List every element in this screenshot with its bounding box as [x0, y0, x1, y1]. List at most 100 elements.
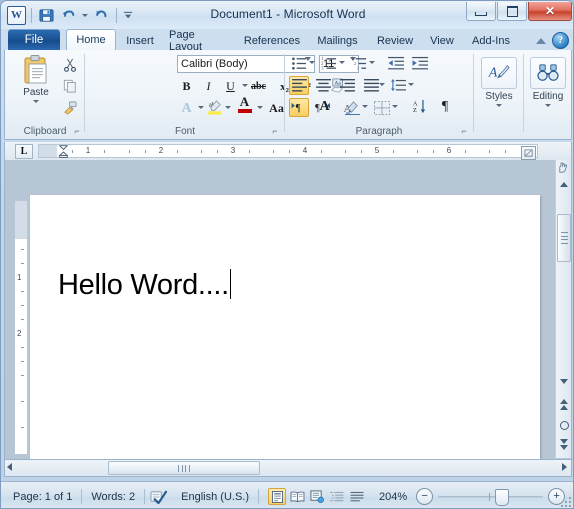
tab-home[interactable]: Home — [66, 29, 116, 50]
next-page-button[interactable] — [557, 437, 571, 451]
tab-mailings[interactable]: Mailings — [309, 31, 366, 50]
underline-button[interactable]: U — [221, 77, 240, 96]
document-text-line[interactable]: Hello Word.... — [58, 269, 232, 302]
multilevel-list-dropdown-icon[interactable] — [369, 61, 375, 64]
redo-icon[interactable] — [92, 6, 111, 25]
paste-dropdown-icon[interactable] — [33, 100, 39, 103]
scroll-left-button[interactable] — [7, 463, 12, 471]
cut-button[interactable] — [59, 55, 81, 75]
horizontal-scrollbar[interactable] — [4, 460, 572, 477]
undo-icon[interactable] — [59, 6, 78, 25]
underline-dropdown-icon[interactable] — [242, 84, 248, 87]
copy-button[interactable] — [59, 76, 81, 96]
line-spacing-button[interactable] — [388, 76, 408, 95]
line-spacing-dropdown-icon[interactable] — [408, 83, 414, 86]
shading-dropdown-icon[interactable] — [362, 105, 368, 108]
shading-button[interactable] — [342, 98, 362, 117]
show-formatting-marks-button[interactable]: ¶ — [435, 97, 455, 116]
customize-qat-icon[interactable] — [122, 6, 134, 25]
vertical-scroll-thumb[interactable] — [557, 214, 571, 262]
editing-dropdown-icon[interactable] — [545, 104, 551, 107]
help-icon[interactable]: ? — [552, 32, 569, 49]
outline-view-button[interactable] — [328, 488, 346, 505]
minimize-button[interactable] — [466, 2, 496, 21]
tab-insert[interactable]: Insert — [119, 31, 161, 50]
zoom-slider-thumb[interactable] — [495, 489, 510, 506]
resize-grip[interactable] — [561, 497, 572, 508]
spell-check-icon[interactable] — [145, 489, 172, 504]
borders-button[interactable] — [372, 98, 392, 117]
format-painter-button[interactable] — [59, 97, 81, 117]
ltr-text-direction-button[interactable]: ¶ — [289, 98, 309, 117]
styles-dropdown-icon[interactable] — [496, 104, 502, 107]
word-count[interactable]: Words: 2 — [82, 491, 144, 503]
tab-add-ins[interactable]: Add-Ins — [465, 31, 517, 50]
close-button[interactable]: ✕ — [528, 2, 572, 21]
increase-indent-button[interactable] — [410, 54, 430, 73]
justify-button[interactable] — [361, 76, 381, 95]
align-right-button[interactable] — [337, 76, 357, 95]
minimize-ribbon-icon[interactable] — [536, 37, 546, 44]
font-dialog-launcher[interactable]: ⌐ — [270, 126, 280, 136]
bullets-dropdown-icon[interactable] — [309, 61, 315, 64]
ruler-corner-icon[interactable] — [521, 146, 536, 160]
tab-review[interactable]: Review — [371, 31, 419, 50]
full-screen-reading-view-button[interactable] — [288, 488, 306, 505]
vertical-scrollbar[interactable] — [555, 160, 571, 458]
justify-dropdown-icon[interactable] — [379, 83, 385, 86]
strikethrough-button[interactable]: abc — [249, 77, 268, 96]
page-indicator[interactable]: Page: 1 of 1 — [1, 491, 81, 503]
tab-page-layout[interactable]: Page Layout — [162, 29, 234, 53]
text-highlight-color-button[interactable]: ab — [205, 98, 224, 117]
highlight-dropdown-icon[interactable] — [225, 106, 231, 109]
paragraph-dialog-launcher[interactable]: ⌐ — [459, 126, 469, 136]
vertical-ruler[interactable]: 1 2 — [14, 200, 28, 455]
bullets-button[interactable] — [289, 54, 309, 73]
multilevel-list-button[interactable]: 1 2 3 — [349, 54, 369, 73]
tab-references[interactable]: References — [238, 31, 306, 50]
document-page[interactable]: Hello Word.... — [30, 195, 540, 459]
select-browse-object-button[interactable] — [557, 418, 571, 432]
align-left-button[interactable] — [289, 76, 309, 95]
word-logo-icon[interactable]: W — [7, 5, 26, 25]
zoom-out-button[interactable]: − — [416, 488, 434, 505]
numbering-dropdown-icon[interactable] — [339, 61, 345, 64]
sort-button[interactable]: A Z — [410, 97, 430, 116]
language-indicator[interactable]: English (U.S.) — [172, 491, 258, 503]
numbering-button[interactable]: 1 2 3 — [319, 54, 339, 73]
previous-page-button[interactable] — [557, 397, 571, 411]
paste-button[interactable]: Paste — [15, 54, 57, 118]
draft-view-button[interactable] — [348, 488, 366, 505]
editing-button[interactable]: Editing — [525, 55, 571, 117]
horizontal-scroll-thumb[interactable] — [108, 461, 260, 475]
rtl-text-direction-button[interactable]: ¶ — [313, 98, 333, 117]
align-center-button[interactable] — [313, 76, 333, 95]
maximize-button[interactable] — [497, 2, 527, 21]
italic-button[interactable]: I — [199, 77, 218, 96]
styles-button[interactable]: A Styles — [476, 55, 522, 117]
undo-dropdown-icon[interactable] — [81, 6, 89, 25]
font-color-button[interactable]: A — [235, 95, 254, 114]
print-layout-view-button[interactable] — [268, 488, 286, 505]
tab-view[interactable]: View — [423, 31, 461, 50]
font-color-dropdown-icon[interactable] — [257, 106, 263, 109]
indent-markers[interactable] — [58, 145, 69, 159]
save-icon[interactable] — [37, 6, 56, 25]
web-layout-view-button[interactable] — [308, 488, 326, 505]
decrease-indent-button[interactable] — [386, 54, 406, 73]
ruler-toggle-icon[interactable] — [556, 161, 570, 175]
tab-file[interactable]: File — [8, 29, 60, 50]
horizontal-ruler[interactable]: 1 2 3 4 5 6 — [38, 144, 538, 160]
ribbon-group-styles: A Styles — [474, 50, 524, 138]
scroll-right-button[interactable] — [562, 463, 567, 471]
text-effects-dropdown-icon[interactable] — [198, 106, 204, 109]
borders-dropdown-icon[interactable] — [392, 105, 398, 108]
clipboard-dialog-launcher[interactable]: ⌐ — [72, 126, 82, 136]
scroll-down-button[interactable] — [557, 374, 571, 388]
zoom-slider-track[interactable] — [438, 489, 544, 506]
bold-button[interactable]: B — [177, 77, 196, 96]
zoom-level-label[interactable]: 204% — [367, 491, 416, 503]
text-effects-button[interactable]: A — [177, 99, 196, 118]
tab-stop-selector[interactable]: L — [15, 144, 33, 159]
scroll-up-button[interactable] — [557, 177, 571, 191]
